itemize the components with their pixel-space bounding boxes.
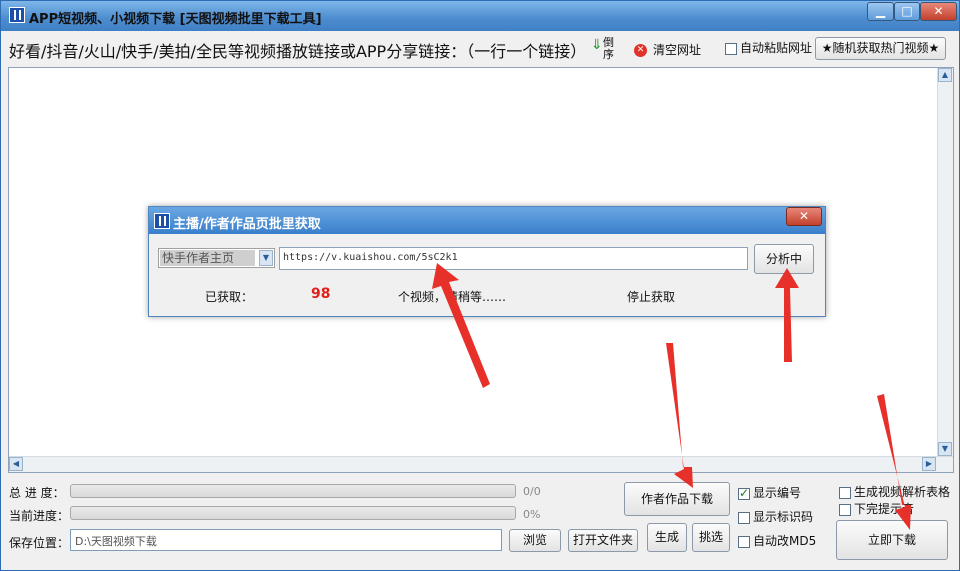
pick-button[interactable]: 挑选 — [692, 523, 730, 552]
stop-fetch-link[interactable]: 停止获取 — [627, 288, 675, 305]
show-id-code-checkbox[interactable]: 显示标识码 — [738, 510, 813, 524]
current-progress-label: 当前进度： — [9, 509, 70, 523]
download-now-button[interactable]: 立即下载 — [836, 520, 948, 560]
generate-button[interactable]: 生成 — [647, 523, 687, 552]
dialog-app-icon — [154, 213, 170, 229]
maximize-icon: □ — [901, 4, 913, 18]
fetched-status: 个视频，请稍等…… — [398, 290, 507, 304]
window-title: APP短视频、小视频下载 [天图视频批里下载工具] — [29, 12, 322, 27]
analyze-button[interactable]: 分析中 — [754, 244, 814, 274]
save-location-label: 保存位置： — [9, 536, 70, 550]
clear-icon: ✕ — [634, 44, 647, 57]
show-number-label: 显示编号 — [753, 486, 802, 500]
maximize-button[interactable]: □ — [894, 2, 920, 21]
show-number-box[interactable] — [738, 486, 750, 500]
scroll-up-icon[interactable]: ▲ — [938, 68, 952, 82]
done-beep-checkbox[interactable]: 下完提示音 — [839, 502, 914, 516]
fetched-count: 98 — [311, 286, 331, 302]
browse-button[interactable]: 浏览 — [509, 529, 561, 552]
title-bar[interactable]: APP短视频、小视频下载 [天图视频批里下载工具] ▁ □ ✕ — [1, 1, 959, 31]
reverse-order-button[interactable]: ⇓ 倒序 — [591, 37, 621, 61]
done-beep-box[interactable] — [839, 503, 851, 516]
show-id-code-box[interactable] — [738, 511, 750, 524]
source-type-value: 快手作者主页 — [160, 250, 255, 266]
auto-paste-label: 自动粘贴网址 — [740, 41, 813, 55]
random-hot-video-button[interactable]: ★随机获取热门视频★ — [815, 37, 946, 60]
horizontal-scrollbar[interactable]: ◀ ▶ — [9, 456, 953, 472]
arrow-down-icon: ⇓ — [591, 37, 603, 53]
close-icon: ✕ — [798, 209, 810, 223]
source-type-select[interactable]: 快手作者主页 ▼ — [158, 248, 275, 268]
scroll-right-icon[interactable]: ▶ — [922, 457, 936, 471]
app-icon — [9, 7, 25, 23]
current-progress-value: 0% — [523, 508, 541, 521]
total-progress-bar — [70, 484, 516, 498]
scroll-left-icon[interactable]: ◀ — [9, 457, 23, 471]
show-id-code-label: 显示标识码 — [753, 510, 814, 524]
save-path-input[interactable]: D:\天图视频下载 — [70, 529, 502, 551]
vertical-scrollbar[interactable]: ▲ ▼ — [937, 68, 953, 456]
total-progress-label: 总 进 度： — [9, 486, 65, 500]
gen-table-label: 生成视频解析表格 — [854, 485, 951, 499]
reverse-order-label: 倒序 — [603, 36, 614, 61]
close-button[interactable]: ✕ — [920, 2, 957, 21]
auto-md5-checkbox[interactable]: 自动改MD5 — [738, 534, 816, 548]
batch-fetch-dialog: 主播/作者作品页批里获取 ✕ 快手作者主页 ▼ https://v.kuaish… — [148, 206, 826, 317]
auto-paste-checkbox[interactable]: 自动粘贴网址 — [725, 41, 812, 55]
close-icon: ✕ — [933, 4, 944, 18]
dialog-title-bar[interactable]: 主播/作者作品页批里获取 ✕ — [149, 207, 825, 234]
author-url-input[interactable]: https://v.kuaishou.com/5sC2k1 — [279, 247, 748, 270]
auto-md5-label: 自动改MD5 — [753, 534, 817, 548]
done-beep-label: 下完提示音 — [854, 502, 915, 516]
minimize-icon: ▁ — [875, 4, 886, 18]
current-progress-bar — [70, 506, 516, 520]
scroll-down-icon[interactable]: ▼ — [938, 442, 952, 456]
dialog-close-button[interactable]: ✕ — [786, 207, 822, 226]
minimize-button[interactable]: ▁ — [867, 2, 894, 21]
auto-md5-box[interactable] — [738, 535, 750, 548]
gen-table-box[interactable] — [839, 486, 851, 499]
total-progress-value: 0/0 — [523, 485, 541, 498]
chevron-down-icon[interactable]: ▼ — [259, 250, 273, 266]
gen-table-checkbox[interactable]: 生成视频解析表格 — [839, 485, 950, 499]
link-prompt-label: 好看/抖音/火山/快手/美拍/全民等视频播放链接或APP分享链接：（一行一个链接… — [9, 42, 587, 61]
author-download-button[interactable]: 作者作品下载 — [624, 482, 730, 516]
auto-paste-box[interactable] — [725, 42, 737, 55]
clear-url-button[interactable]: ✕ 清空网址 — [634, 41, 701, 58]
dialog-title: 主播/作者作品页批里获取 — [173, 217, 321, 232]
clear-url-label: 清空网址 — [653, 43, 702, 57]
fetched-label: 已获取： — [205, 290, 254, 304]
open-folder-button[interactable]: 打开文件夹 — [568, 529, 638, 552]
show-number-checkbox[interactable]: 显示编号 — [738, 486, 801, 500]
